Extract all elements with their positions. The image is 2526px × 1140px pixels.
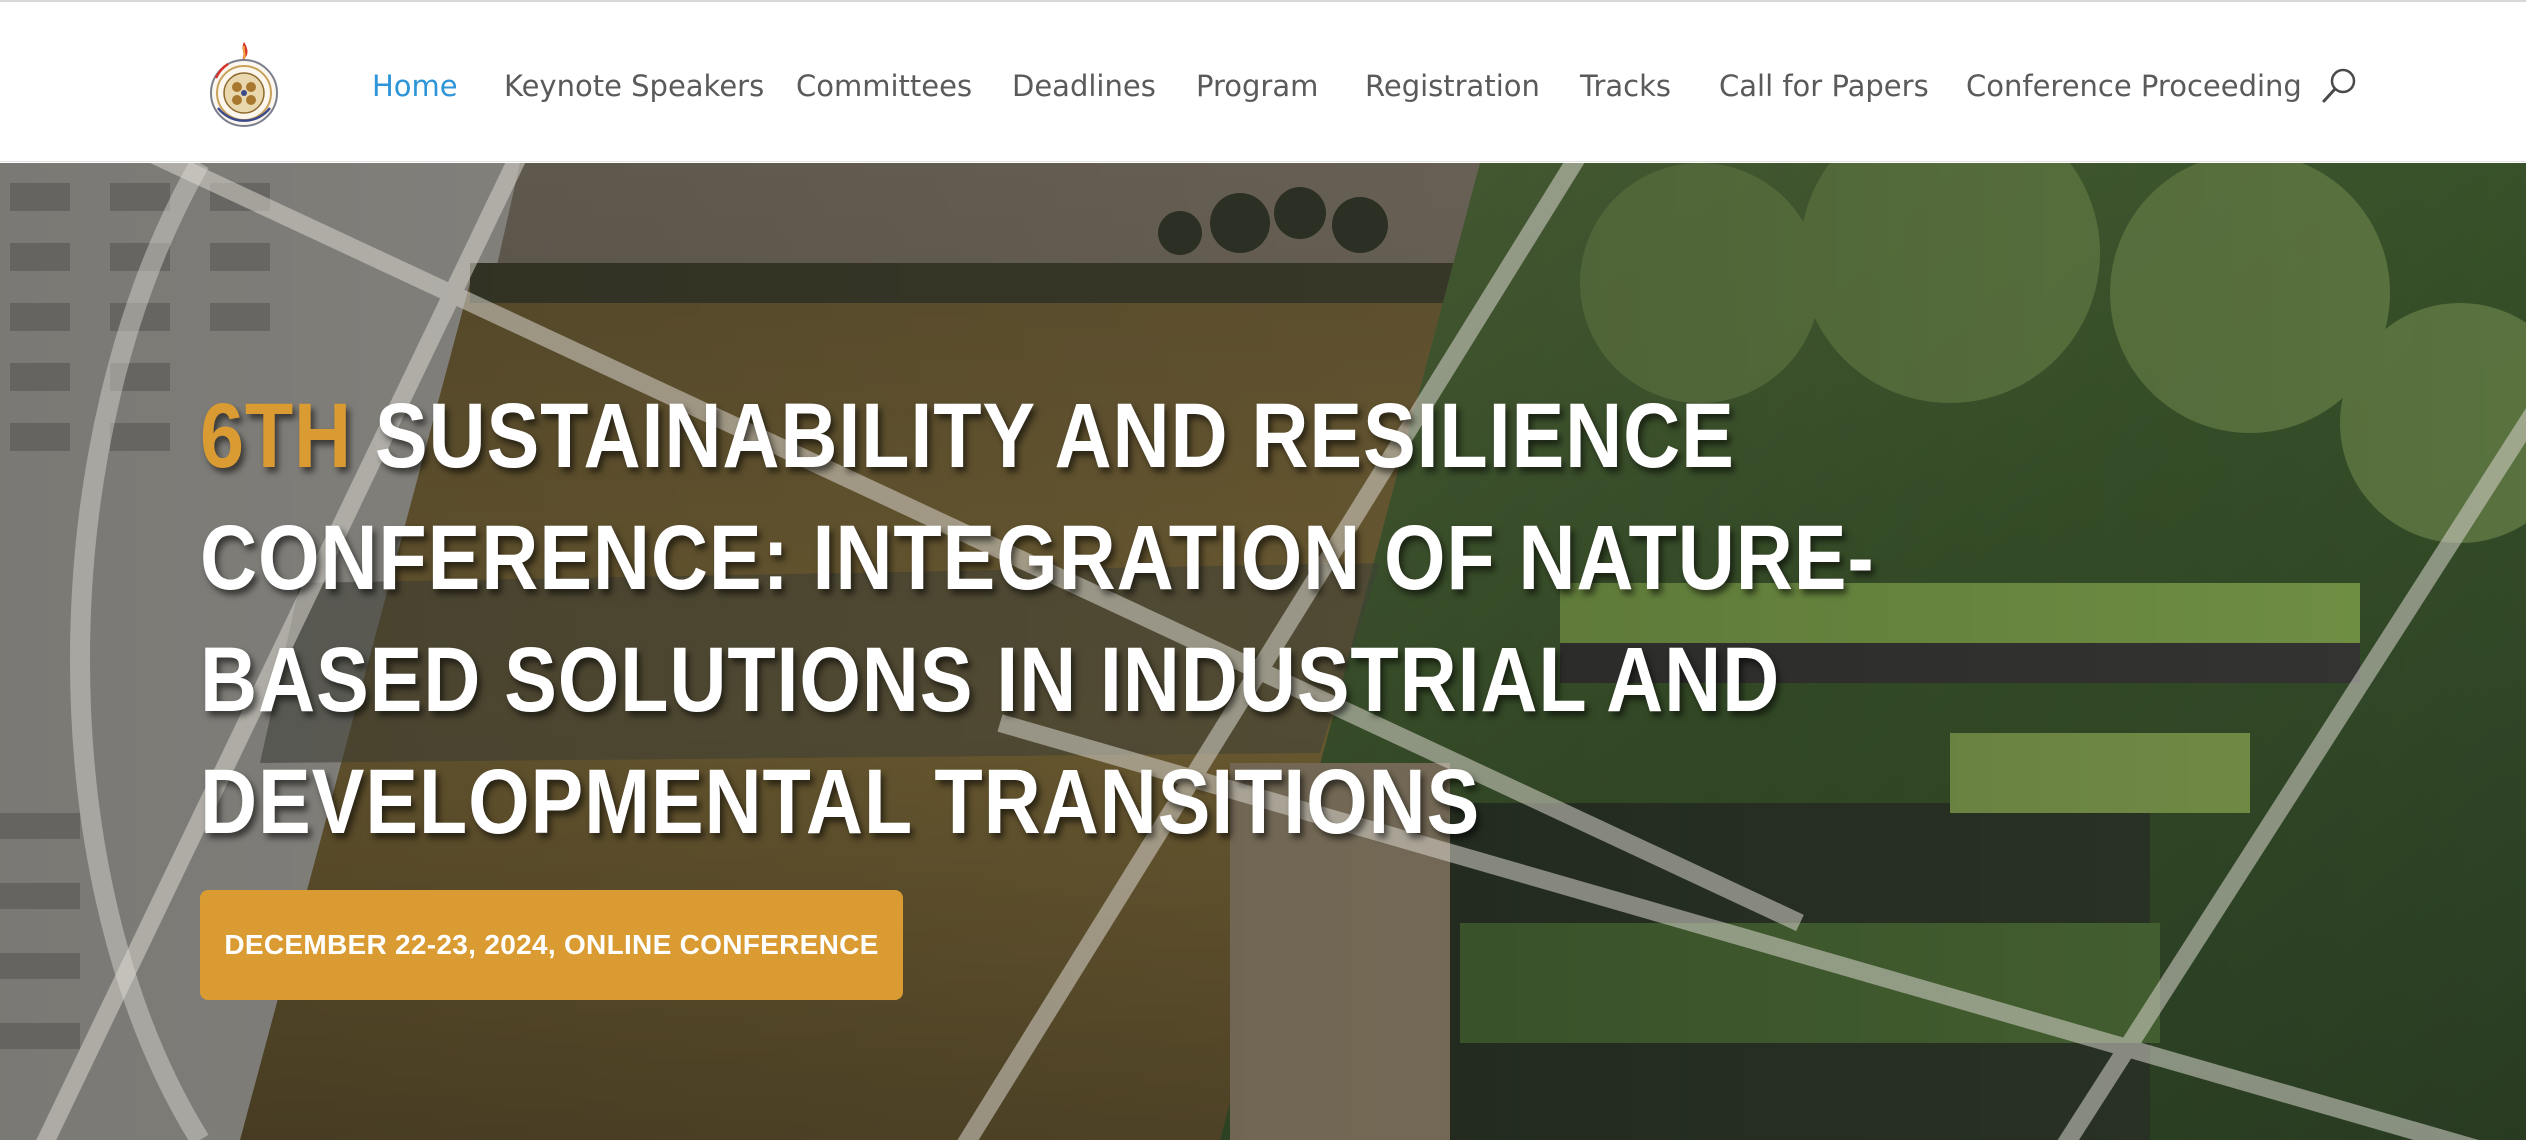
nav-keynote-speakers[interactable]: Keynote Speakers <box>504 66 764 106</box>
nav-program[interactable]: Program <box>1196 66 1318 106</box>
nav-committees[interactable]: Committees <box>796 66 972 106</box>
site-header: Home Keynote Speakers Committees Deadlin… <box>0 2 2526 162</box>
nav-call-for-papers[interactable]: Call for Papers <box>1719 66 1929 106</box>
search-icon[interactable] <box>2318 64 2362 108</box>
conference-date-button[interactable]: DECEMBER 22-23, 2024, ONLINE CONFERENCE <box>200 890 903 1000</box>
nav-deadlines[interactable]: Deadlines <box>1012 66 1156 106</box>
nav-tracks[interactable]: Tracks <box>1580 66 1671 106</box>
hero-banner: 6TH SUSTAINABILITY AND RESILIENCE CONFER… <box>0 163 2526 1140</box>
hero-title-text: SUSTAINABILITY AND RESILIENCE CONFERENCE… <box>200 385 1875 853</box>
conference-seal-logo-icon[interactable] <box>206 38 282 128</box>
hero-title-accent: 6TH <box>200 385 353 487</box>
nav-conference-proceeding[interactable]: Conference Proceeding <box>1966 66 2302 106</box>
hero-title: 6TH SUSTAINABILITY AND RESILIENCE CONFER… <box>200 375 2040 863</box>
nav-home[interactable]: Home <box>372 66 458 106</box>
nav-registration[interactable]: Registration <box>1365 66 1540 106</box>
